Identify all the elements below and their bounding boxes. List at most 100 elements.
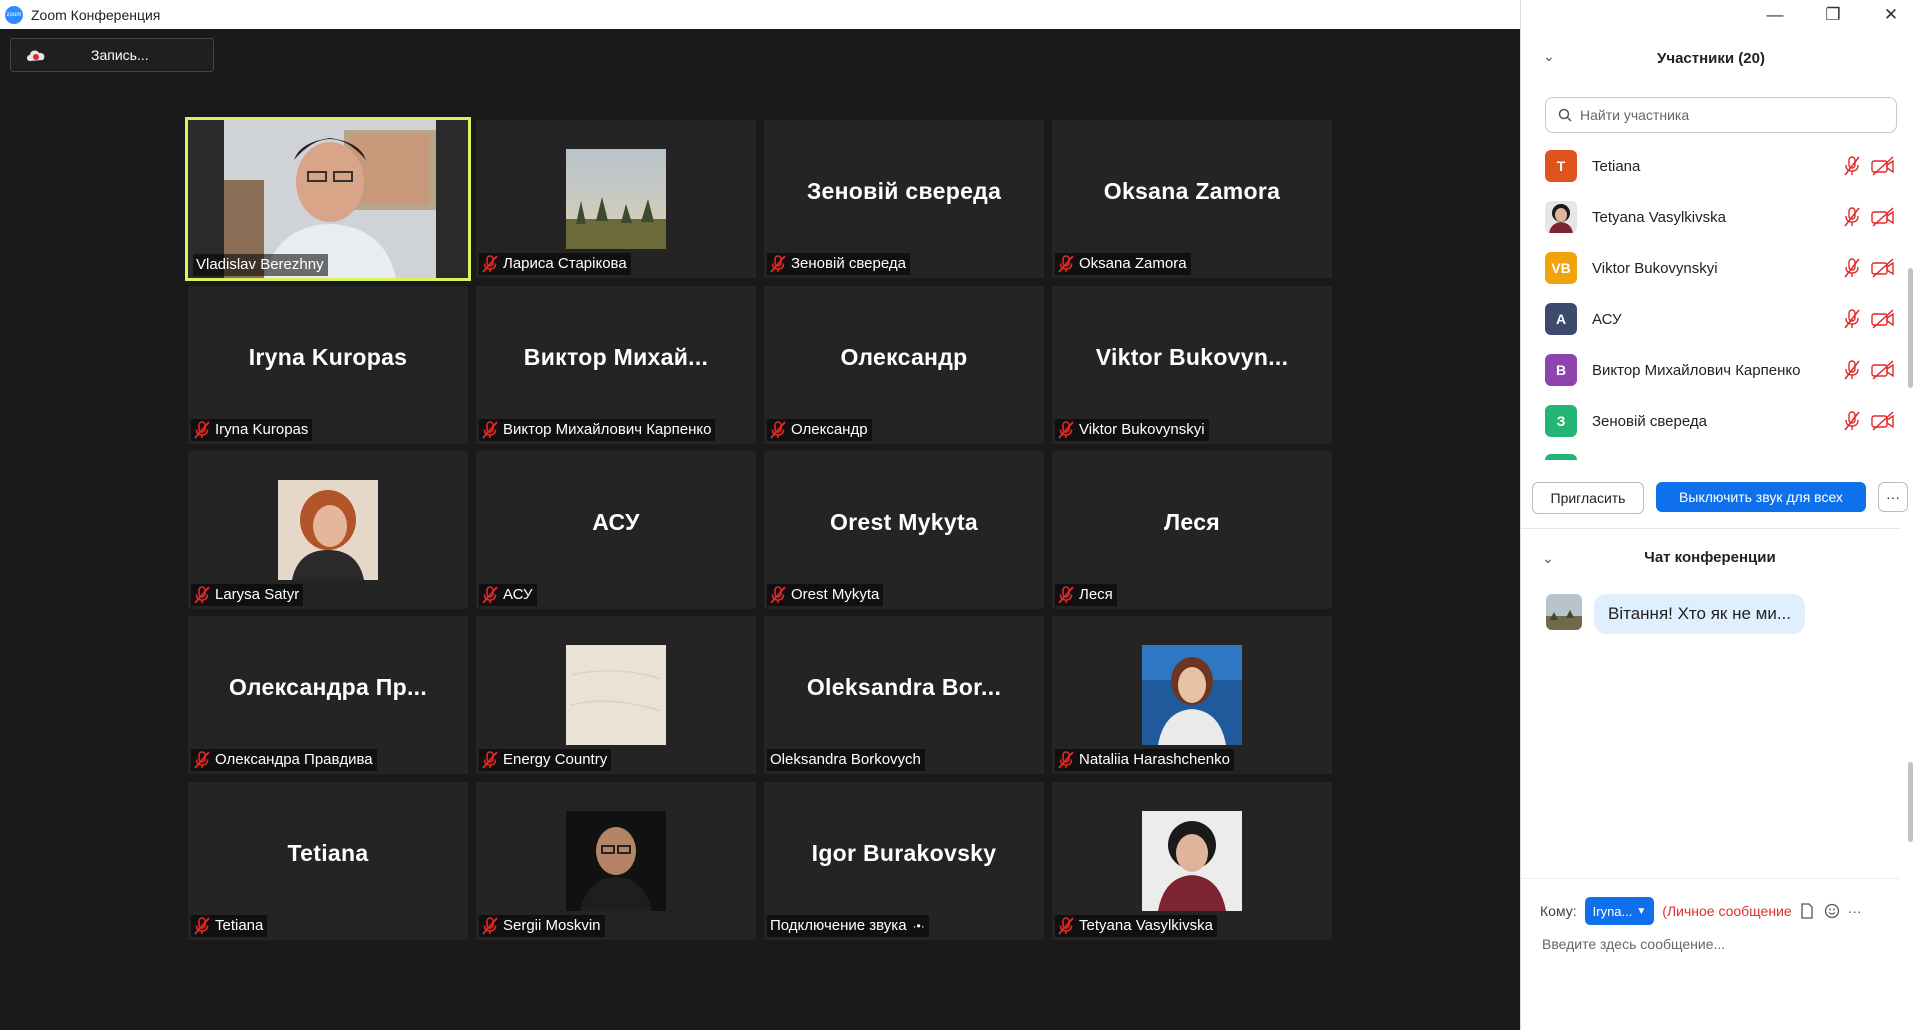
participant-name: Олександра Правдива	[215, 751, 373, 768]
participant-tile[interactable]: Oksana Zamora Oksana Zamora	[1052, 120, 1332, 278]
muted-mic-icon[interactable]	[1843, 207, 1861, 227]
participant-tile[interactable]: Energy Country	[476, 616, 756, 774]
profile-picture	[566, 149, 666, 249]
recipient-value: Iryna...	[1592, 903, 1633, 919]
participant-name: Лариса Старікова	[503, 255, 627, 272]
chevron-down-icon: ▼	[1636, 905, 1647, 917]
participant-row[interactable]: T Tetiana	[1545, 146, 1895, 186]
muted-mic-icon	[770, 586, 791, 604]
chat-scrollbar[interactable]	[1908, 762, 1913, 842]
participant-name-tag: Larysa Satyr	[191, 584, 304, 606]
participant-status	[1843, 411, 1895, 431]
participant-name: Виктор Михайлович Карпенко	[503, 421, 712, 438]
window-title: Zoom Конференция	[31, 6, 161, 23]
participant-display-name: Oleksandra Bor...	[806, 674, 1002, 700]
search-input[interactable]	[1578, 106, 1882, 124]
video-off-icon[interactable]	[1871, 309, 1895, 329]
more-icon[interactable]: ···	[1848, 903, 1864, 919]
participant-tile[interactable]: Tetyana Vasylkivska	[1052, 782, 1332, 940]
muted-mic-icon	[770, 255, 791, 273]
participant-row[interactable]: В Виктор Михайлович Карпенко	[1545, 350, 1895, 390]
participant-tile[interactable]: АСУ АСУ	[476, 451, 756, 609]
panel-divider	[1520, 528, 1900, 529]
cloud-record-icon	[25, 48, 47, 62]
video-off-icon[interactable]	[1871, 156, 1895, 176]
message-input[interactable]	[1540, 932, 1884, 956]
muted-mic-icon[interactable]	[1843, 360, 1861, 380]
participant-row[interactable]: Tetyana Vasylkivska	[1545, 197, 1895, 237]
participant-name: АСУ	[503, 586, 533, 603]
participant-tile[interactable]: Viktor Bukovyn... Viktor Bukovynskyi	[1052, 286, 1332, 444]
participant-tile[interactable]: Orest Mykyta Orest Mykyta	[764, 451, 1044, 609]
muted-mic-icon	[482, 586, 503, 604]
participant-tile[interactable]: Vladislav Berezhny	[185, 117, 471, 281]
participant-tile[interactable]: Igor Burakovsky Подключение звука ·•·	[764, 782, 1044, 940]
participant-status	[1843, 309, 1895, 329]
participant-name: Oksana Zamora	[1079, 255, 1187, 272]
participant-name-tag: Леся	[1055, 584, 1117, 606]
participant-tile[interactable]: Зеновій свереда Зеновій свереда	[764, 120, 1044, 278]
more-options-button[interactable]: ···	[1878, 482, 1908, 512]
video-off-icon[interactable]	[1871, 411, 1895, 431]
participant-display-name: Леся	[1163, 509, 1221, 535]
muted-mic-icon	[770, 421, 791, 439]
participant-tile[interactable]: Larysa Satyr	[188, 451, 468, 609]
connecting-icon: ·•·	[912, 919, 925, 933]
video-off-icon[interactable]	[1871, 360, 1895, 380]
profile-picture	[1142, 811, 1242, 911]
participant-name-tag: Oleksandra Borkovych	[767, 749, 925, 771]
video-off-icon[interactable]	[1871, 207, 1895, 227]
muted-mic-icon[interactable]	[1843, 309, 1861, 329]
video-off-icon[interactable]	[1871, 258, 1895, 278]
restore-button[interactable]: ❐	[1804, 0, 1862, 29]
participant-tile[interactable]: Nataliia Harashchenko	[1052, 616, 1332, 774]
participant-name: Nataliia Harashchenko	[1079, 751, 1230, 768]
mute-all-button[interactable]: Выключить звук для всех	[1656, 482, 1866, 512]
participant-row[interactable]: A АСУ	[1545, 299, 1895, 339]
participant-search[interactable]	[1545, 97, 1897, 133]
participants-title: Участники (20)	[1657, 49, 1765, 67]
muted-mic-icon	[482, 917, 503, 935]
private-message-label: (Личное сообщение	[1662, 903, 1792, 919]
avatar-initials: A	[1555, 311, 1567, 327]
emoji-icon[interactable]	[1824, 903, 1840, 919]
close-button[interactable]: ✕	[1862, 0, 1920, 29]
invite-button[interactable]: Пригласить	[1532, 482, 1644, 514]
recipient-select[interactable]: Iryna... ▼	[1584, 897, 1655, 925]
record-button[interactable]: Запись...	[10, 38, 214, 72]
participant-display-name: Oksana Zamora	[1103, 178, 1281, 204]
muted-mic-icon[interactable]	[1843, 156, 1861, 176]
compose-separator	[1520, 878, 1900, 879]
participant-display-name: Tetiana	[287, 840, 369, 866]
participants-scrollbar[interactable]	[1908, 268, 1913, 388]
participant-avatar: В	[1545, 354, 1577, 386]
participant-display-name: АСУ	[592, 509, 640, 535]
participant-tile[interactable]: Олександр Олександр	[764, 286, 1044, 444]
participant-tile[interactable]: Олександра Пр... Олександра Правдива	[188, 616, 468, 774]
participant-name: Tetiana	[215, 917, 264, 934]
minimize-button[interactable]: —	[1746, 0, 1804, 29]
participant-tile[interactable]: Iryna Kuropas Iryna Kuropas	[188, 286, 468, 444]
file-icon[interactable]	[1800, 903, 1816, 919]
participant-tile[interactable]: Виктор Михай... Виктор Михайлович Карпенк…	[476, 286, 756, 444]
profile-picture	[278, 480, 378, 580]
muted-mic-icon	[194, 586, 215, 604]
participant-avatar	[1545, 201, 1577, 233]
muted-mic-icon	[482, 255, 503, 273]
participant-tile[interactable]: Леся Леся	[1052, 451, 1332, 609]
participant-tile[interactable]: Sergii Moskvin	[476, 782, 756, 940]
participant-avatar: T	[1545, 150, 1577, 182]
participant-row[interactable]: З Зеновій свереда	[1545, 401, 1895, 441]
participant-name-tag: Iryna Kuropas	[191, 419, 313, 441]
muted-mic-icon[interactable]	[1843, 258, 1861, 278]
muted-mic-icon[interactable]	[1843, 411, 1861, 431]
participant-status	[1843, 207, 1895, 227]
participant-tile[interactable]: Tetiana Tetiana	[188, 782, 468, 940]
participant-display-name: Orest Mykyta	[829, 509, 979, 535]
chat-message-text[interactable]: Вітання! Хто як не ми...	[1594, 594, 1805, 634]
participant-tile[interactable]: Лариса Старікова	[476, 120, 756, 278]
participant-row[interactable]: VB Viktor Bukovynskyi	[1545, 248, 1895, 288]
participant-display-name: Igor Burakovsky	[811, 840, 997, 866]
participant-tile[interactable]: Oleksandra Bor... Oleksandra Borkovych	[764, 616, 1044, 774]
participant-name: Зеновій свереда	[791, 255, 906, 272]
